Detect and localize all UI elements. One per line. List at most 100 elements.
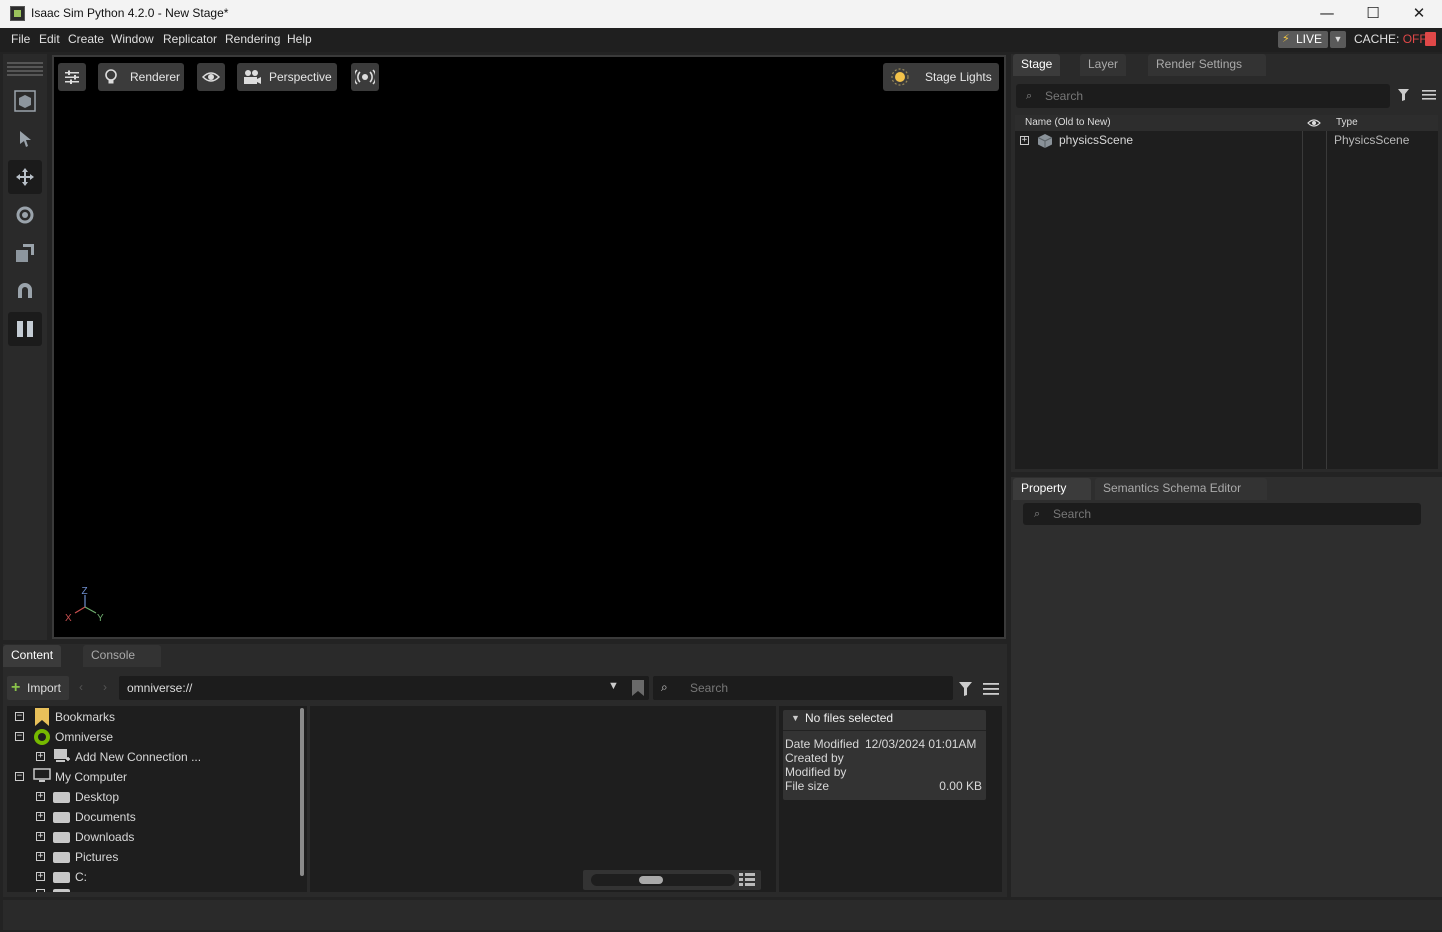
tree-scrollbar[interactable]	[300, 708, 304, 876]
menu-create[interactable]: Create	[68, 32, 104, 46]
cursor-icon	[20, 131, 31, 147]
menu-rendering[interactable]: Rendering	[225, 32, 280, 46]
status-bar	[3, 900, 1442, 930]
menu-window[interactable]: Window	[111, 32, 154, 46]
pause-button[interactable]	[8, 312, 42, 346]
live-dropdown[interactable]: ▼	[1330, 31, 1346, 48]
tab-content[interactable]: Content	[3, 645, 62, 667]
close-button[interactable]: ✕	[1396, 0, 1442, 28]
live-button[interactable]: LIVE	[1278, 31, 1328, 48]
tab-property[interactable]: Property	[1013, 478, 1091, 500]
tree-item-desktop[interactable]: + Desktop	[7, 787, 297, 807]
content-search-input[interactable]: ⌕ Search	[653, 676, 953, 700]
server-icon	[54, 749, 70, 762]
path-field[interactable]: omniverse:// ▼	[119, 676, 649, 700]
snap-tool[interactable]	[8, 274, 42, 308]
menu-edit[interactable]: Edit	[39, 32, 60, 46]
forward-icon[interactable]: ›	[103, 680, 107, 694]
visibility-column-icon[interactable]	[1307, 118, 1321, 128]
viewport-settings-button[interactable]	[58, 63, 86, 91]
select-box-tool[interactable]	[8, 84, 42, 118]
cache-status[interactable]: CACHE: OFF	[1354, 32, 1427, 46]
file-grid[interactable]	[310, 706, 776, 892]
menu-file[interactable]: File	[11, 32, 30, 46]
stage-search-input[interactable]: ⌕ Search	[1016, 84, 1390, 108]
rotate-tool[interactable]	[8, 198, 42, 232]
prim-cube-icon	[1037, 134, 1053, 148]
select-tool[interactable]	[8, 122, 42, 156]
tree-item-pictures[interactable]: + Pictures	[7, 847, 297, 867]
expand-icon[interactable]: +	[1020, 136, 1029, 145]
zoom-slider-handle[interactable]	[639, 876, 663, 884]
sliders-icon	[65, 70, 79, 84]
expand-icon[interactable]: +	[36, 852, 45, 861]
back-icon[interactable]: ‹	[79, 680, 83, 694]
collapse-icon[interactable]: −	[15, 712, 24, 721]
column-name[interactable]: Name (Old to New)	[1025, 117, 1111, 128]
tree-item-downloads[interactable]: + Downloads	[7, 827, 297, 847]
move-icon	[16, 168, 34, 186]
axis-x-label: X	[65, 613, 72, 624]
broadcast-button[interactable]	[351, 63, 379, 91]
tree-item-omniverse[interactable]: − Omniverse	[7, 727, 297, 747]
tree-item-bookmarks[interactable]: − Bookmarks	[7, 707, 297, 727]
details-card: ▼ No files selected Date Modified 12/03/…	[783, 710, 986, 800]
stage-row-physicsscene[interactable]: + physicsScene PhysicsScene	[1015, 132, 1438, 150]
tree-item-c-drive[interactable]: + C:	[7, 867, 297, 887]
tree-item-documents[interactable]: + Documents	[7, 807, 297, 827]
collapse-arrow-icon[interactable]: ▼	[791, 713, 800, 723]
camera-button[interactable]: Perspective	[237, 63, 337, 91]
magnet-icon	[18, 283, 32, 298]
expand-icon[interactable]: +	[36, 792, 45, 801]
column-divider	[1326, 131, 1327, 469]
tree-label: Omniverse	[55, 730, 114, 744]
expand-icon[interactable]: +	[36, 752, 45, 761]
scale-tool[interactable]	[8, 236, 42, 270]
search-icon: ⌕	[1034, 508, 1041, 520]
menu-help[interactable]: Help	[287, 32, 312, 46]
content-panel: Content Console + Import ‹ › omniverse:/…	[3, 644, 1007, 897]
tree-item-add-connection[interactable]: + Add New Connection ...	[7, 747, 297, 767]
maximize-button[interactable]: ☐	[1350, 0, 1396, 28]
prim-name: physicsScene	[1059, 133, 1134, 147]
collapse-icon[interactable]: −	[15, 772, 24, 781]
column-type[interactable]: Type	[1336, 117, 1358, 128]
minimize-button[interactable]: —	[1304, 0, 1350, 28]
renderer-button[interactable]: Renderer	[98, 63, 184, 91]
zoom-slider-track[interactable]	[591, 874, 735, 886]
import-button[interactable]: + Import	[7, 676, 69, 700]
expand-icon[interactable]: +	[36, 872, 45, 881]
menu-icon[interactable]	[983, 682, 999, 696]
viewport[interactable]: Renderer Perspective Stage Lights Z X Y	[52, 55, 1006, 639]
drive-icon	[53, 852, 70, 863]
tab-stage[interactable]: Stage	[1013, 54, 1061, 76]
path-dropdown-icon[interactable]: ▼	[608, 680, 619, 692]
move-tool[interactable]	[8, 160, 42, 194]
filter-icon[interactable]	[1397, 87, 1413, 103]
filter-icon[interactable]	[958, 680, 976, 698]
cache-icon[interactable]	[1425, 32, 1436, 46]
visibility-button[interactable]	[197, 63, 225, 91]
stage-tree: Name (Old to New) Type + physicsScene Ph…	[1015, 115, 1438, 469]
tab-semantics-schema-editor[interactable]: Semantics Schema Editor	[1095, 478, 1267, 500]
collapse-icon[interactable]: −	[15, 732, 24, 741]
tab-layer[interactable]: Layer	[1080, 54, 1127, 76]
property-search-input[interactable]: ⌕ Search	[1023, 503, 1421, 525]
stage-lights-button[interactable]: Stage Lights	[883, 63, 999, 91]
tree-label: Downloads	[75, 830, 135, 844]
tab-console[interactable]: Console	[83, 645, 161, 667]
expand-icon[interactable]: +	[36, 812, 45, 821]
tree-item-my-computer[interactable]: − My Computer	[7, 767, 297, 787]
tab-render-settings[interactable]: Render Settings	[1148, 54, 1266, 76]
tree-label: My Computer	[55, 770, 128, 784]
grid-view-icon[interactable]	[739, 873, 755, 887]
search-icon: ⌕	[1026, 90, 1033, 102]
renderer-label: Renderer	[130, 70, 181, 84]
expand-icon[interactable]: +	[36, 832, 45, 841]
drive-icon	[53, 812, 70, 823]
bookmark-icon[interactable]	[632, 680, 644, 696]
menu-replicator[interactable]: Replicator	[163, 32, 217, 46]
content-search-placeholder: Search	[690, 681, 729, 695]
title-bar: Isaac Sim Python 4.2.0 - New Stage* — ☐ …	[0, 0, 1442, 28]
menu-icon[interactable]	[1422, 88, 1436, 102]
